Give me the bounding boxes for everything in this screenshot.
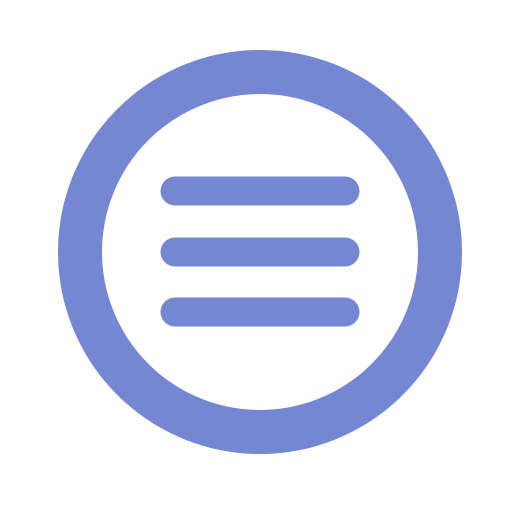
icon-canvas [0,0,512,512]
menu-button[interactable] [58,50,462,454]
menu-icon [58,50,462,454]
